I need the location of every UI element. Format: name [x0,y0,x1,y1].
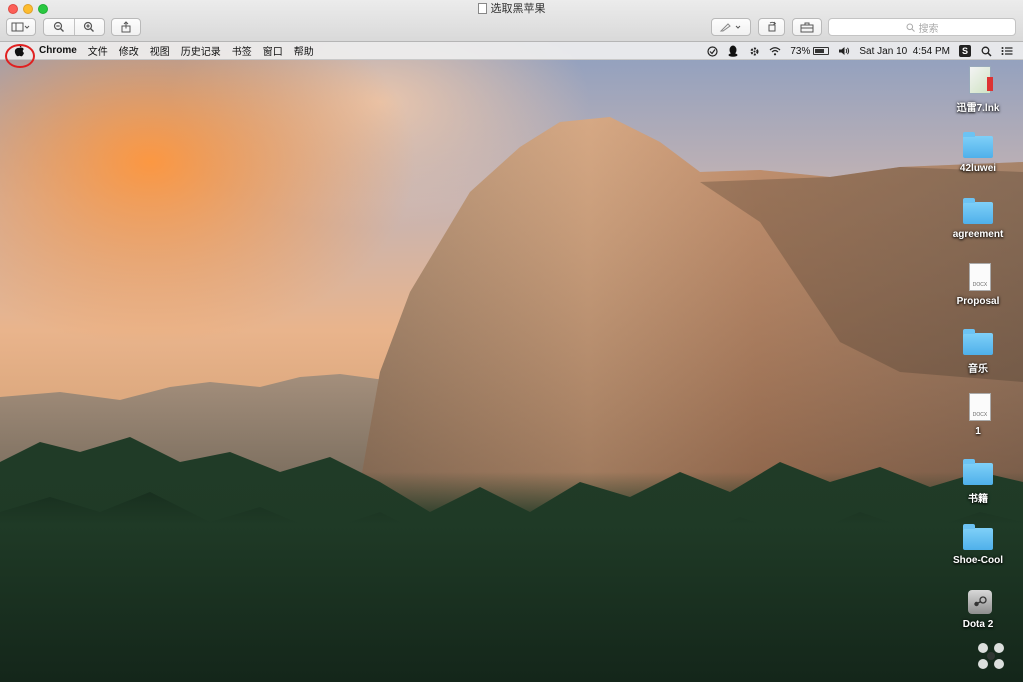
docx-file-icon: DOCX [969,393,991,421]
search-icon [906,23,915,32]
desktop-icon-42luwei[interactable]: 42luwei [933,132,1023,192]
folder-icon [963,459,993,485]
highlight-circle-annotation [5,44,35,68]
notification-center-icon[interactable] [1001,45,1013,57]
desktop-icon-label: 迅雷7.lnk [956,103,1000,114]
menu-help[interactable]: 帮助 [294,43,314,58]
menu-view[interactable]: 视图 [150,43,170,58]
steam-icon [967,590,992,614]
preview-window-toolbar: 选取黑苹果 搜索 [0,0,1023,42]
menu-history[interactable]: 历史记录 [181,43,221,58]
document-icon [477,3,487,14]
window-title-text: 选取黑苹果 [490,3,546,15]
menu-edit[interactable]: 修改 [119,43,139,58]
share-icon [121,21,131,33]
s-app-icon[interactable]: S [959,45,971,57]
desktop-icon-books[interactable]: 书籍 [933,459,1023,519]
desktop-icon-music[interactable]: 音乐 [933,329,1023,389]
sidebar-toggle-button[interactable] [6,18,36,36]
spotlight-search-icon[interactable] [980,45,992,57]
shortcut-file-icon [969,66,993,94]
rotate-button[interactable] [758,18,785,36]
search-placeholder: 搜索 [918,23,939,35]
desktop-wallpaper: Chrome 文件 修改 视图 历史记录 书签 窗口 帮助 73% Sat Ja… [0,42,1023,682]
menu-extras: 73% Sat Jan 10 4:54 PM S [706,42,1013,60]
rotate-icon [768,21,776,32]
menu-file[interactable]: 文件 [88,43,108,58]
desktop-icon-label: 音乐 [968,364,988,375]
desktop-icon-label: 1 [975,426,981,437]
menu-app-chrome[interactable]: Chrome [39,45,77,56]
folder-icon [963,198,993,224]
share-button[interactable] [111,18,141,36]
mac-menu-bar: Chrome 文件 修改 视图 历史记录 书签 窗口 帮助 73% Sat Ja… [0,42,1023,60]
sync-status-icon[interactable] [706,45,718,57]
watermark-logo-icon [973,638,1009,674]
desktop-icon-label: 42luwei [959,163,997,174]
toolbox-button[interactable] [792,18,822,36]
menu-bookmarks[interactable]: 书签 [232,43,252,58]
zoom-controls [43,18,105,36]
desktop-icon-xunlei[interactable]: 迅雷7.lnk [933,66,1023,126]
docx-file-icon: DOCX [969,263,991,291]
toolbox-icon [800,22,814,32]
pen-icon [719,23,741,32]
desktop-icon-label: Shoe-Cool [953,555,1003,566]
battery-status[interactable]: 73% [790,45,830,57]
zoom-in-icon [84,21,95,32]
folder-icon [963,524,993,550]
menu-window[interactable]: 窗口 [263,43,283,58]
desktop-icon-proposal[interactable]: DOCX Proposal [933,263,1023,323]
folder-icon [963,329,993,355]
desktop-icons: 迅雷7.lnk 42luwei agreement DOCX Proposal … [933,60,1023,660]
wifi-icon[interactable] [769,45,781,57]
menu-clock[interactable]: Sat Jan 10 4:54 PM [859,46,950,57]
zoom-out-button[interactable] [44,19,74,35]
folder-icon [963,132,993,158]
gear-status-icon[interactable] [748,45,760,57]
battery-percent: 73% [790,45,811,57]
sidebar-icon [11,22,30,32]
forest-treeline [0,472,1023,682]
desktop-icon-shoe-cool[interactable]: Shoe-Cool [933,524,1023,584]
volume-icon[interactable] [838,45,850,57]
desktop-icon-agreement[interactable]: agreement [933,198,1023,258]
qq-penguin-icon[interactable] [727,45,739,57]
window-title: 选取黑苹果 [0,2,1023,16]
desktop-icon-label: Proposal [956,296,1000,307]
battery-fill [815,49,825,53]
search-input[interactable]: 搜索 [828,18,1016,36]
desktop-icon-1[interactable]: DOCX 1 [933,393,1023,453]
desktop-icon-label: agreement [952,229,1004,240]
markup-button[interactable] [711,18,751,36]
desktop-icon-label: Dota 2 [962,619,994,630]
battery-icon [813,47,830,55]
zoom-in-button[interactable] [73,19,104,35]
desktop-icon-label: 书籍 [968,494,988,505]
zoom-out-icon [53,21,64,32]
